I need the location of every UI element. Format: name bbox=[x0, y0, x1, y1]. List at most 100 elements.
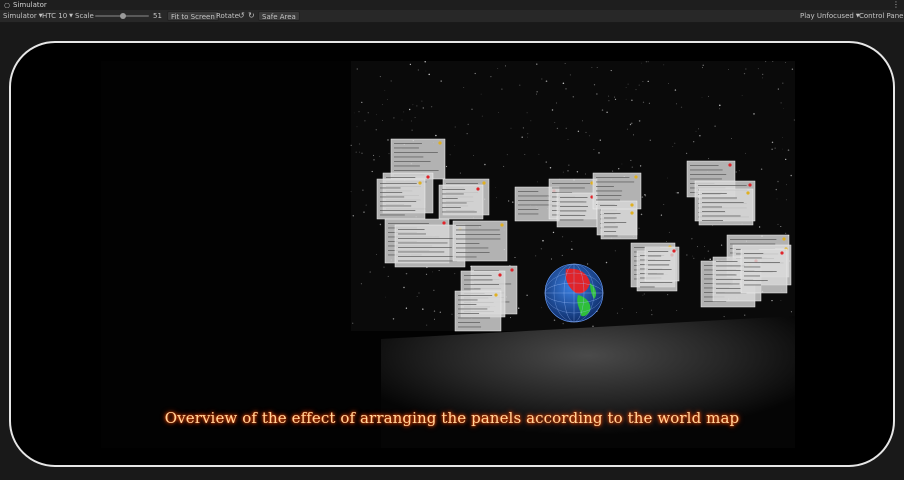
fit-to-screen-button[interactable]: Fit to Screen bbox=[167, 11, 219, 21]
panel-text-line bbox=[690, 165, 719, 166]
simulator-tab[interactable]: Simulator bbox=[13, 0, 47, 10]
star bbox=[585, 173, 586, 175]
panel-text-line bbox=[690, 169, 723, 171]
view-dropdown[interactable]: Simulator ▼ bbox=[3, 10, 43, 22]
star bbox=[610, 70, 612, 72]
star bbox=[708, 95, 709, 97]
panel-text-line bbox=[702, 197, 737, 199]
star bbox=[592, 325, 594, 327]
star bbox=[676, 310, 678, 312]
panel-text-line bbox=[398, 256, 457, 257]
star bbox=[782, 137, 784, 138]
star bbox=[668, 231, 670, 233]
star bbox=[416, 296, 418, 297]
star bbox=[473, 155, 475, 156]
star bbox=[382, 120, 383, 121]
star bbox=[785, 232, 787, 234]
star bbox=[660, 214, 663, 216]
device-dropdown[interactable]: HTC 10 ▼ bbox=[42, 10, 73, 22]
star bbox=[510, 127, 512, 129]
star bbox=[367, 111, 370, 114]
star bbox=[403, 286, 405, 289]
star bbox=[438, 270, 440, 272]
panel-text-line bbox=[458, 326, 482, 328]
star bbox=[359, 151, 361, 153]
star bbox=[540, 248, 543, 250]
star bbox=[719, 108, 721, 110]
star bbox=[777, 223, 779, 225]
star bbox=[454, 145, 456, 146]
panel-text-line bbox=[398, 247, 452, 248]
panel-text-line bbox=[698, 185, 747, 186]
safe-area-button[interactable]: Safe Area bbox=[258, 11, 300, 21]
star bbox=[393, 117, 395, 119]
control-panel-button[interactable]: Control Panel bbox=[859, 10, 904, 22]
game-view[interactable] bbox=[101, 61, 795, 448]
panel-badge-icon bbox=[418, 181, 422, 185]
star bbox=[552, 231, 555, 234]
star bbox=[530, 120, 532, 122]
star bbox=[677, 192, 679, 194]
star bbox=[638, 120, 641, 122]
star bbox=[356, 68, 358, 70]
star bbox=[401, 119, 403, 121]
star bbox=[780, 299, 782, 301]
panel-text-line bbox=[380, 214, 405, 216]
panel-text-line bbox=[560, 201, 587, 203]
star bbox=[451, 313, 453, 315]
star bbox=[416, 105, 418, 107]
view-dropdown-label: Simulator bbox=[3, 12, 37, 20]
star bbox=[553, 319, 556, 321]
panel-text-line bbox=[716, 288, 741, 289]
info-panel bbox=[376, 178, 426, 220]
star bbox=[631, 166, 634, 168]
panel-text-line bbox=[456, 247, 489, 249]
panel-text-line bbox=[442, 198, 458, 199]
star bbox=[422, 107, 425, 109]
panel-text-line bbox=[464, 288, 481, 290]
scene-render bbox=[350, 61, 795, 448]
star bbox=[373, 159, 375, 161]
star bbox=[774, 147, 776, 149]
star bbox=[667, 177, 669, 179]
star bbox=[556, 127, 559, 130]
star bbox=[775, 188, 777, 191]
scale-slider-handle[interactable] bbox=[119, 13, 126, 19]
star bbox=[518, 307, 520, 309]
star bbox=[440, 80, 442, 82]
star bbox=[638, 227, 640, 230]
star bbox=[392, 318, 395, 320]
scale-value: 51 bbox=[153, 12, 162, 20]
star bbox=[358, 143, 361, 145]
play-mode-dropdown[interactable]: Play Unfocused ▼ bbox=[800, 10, 860, 22]
floor-plane bbox=[381, 316, 795, 448]
star bbox=[626, 128, 628, 130]
star bbox=[383, 266, 385, 268]
star bbox=[680, 106, 683, 108]
star bbox=[379, 223, 382, 226]
star bbox=[508, 200, 510, 202]
star bbox=[588, 135, 590, 137]
panel-text-line bbox=[744, 262, 780, 263]
star bbox=[613, 96, 615, 98]
star bbox=[418, 292, 420, 294]
star bbox=[641, 196, 644, 198]
more-options-icon[interactable]: ⋮ bbox=[892, 0, 900, 10]
star bbox=[782, 148, 784, 150]
star bbox=[641, 62, 642, 64]
star bbox=[571, 240, 573, 242]
star bbox=[614, 98, 617, 101]
rotate-left-icon[interactable]: ↺ bbox=[238, 10, 245, 22]
star bbox=[765, 61, 767, 63]
rotate-right-icon[interactable]: ↻ bbox=[248, 10, 255, 22]
star bbox=[777, 88, 779, 90]
star bbox=[439, 311, 441, 313]
panel-badge-icon bbox=[426, 175, 430, 179]
star bbox=[625, 98, 627, 100]
star bbox=[675, 192, 677, 194]
star bbox=[695, 130, 697, 132]
star bbox=[545, 80, 548, 82]
star bbox=[697, 246, 698, 248]
star bbox=[771, 300, 773, 302]
star bbox=[601, 109, 604, 111]
